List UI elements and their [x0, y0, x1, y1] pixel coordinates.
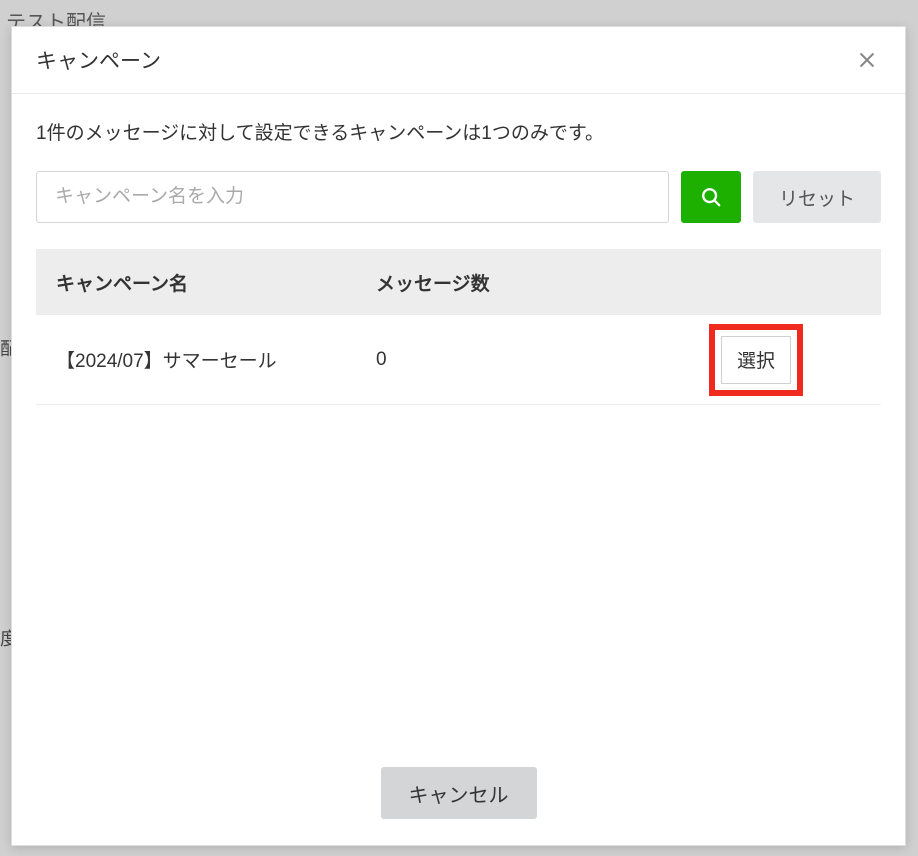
cancel-button[interactable]: キャンセル — [381, 767, 537, 819]
highlight-box: 選択 — [709, 324, 803, 396]
modal-title: キャンペーン — [36, 45, 161, 75]
modal-body: 1件のメッセージに対して設定できるキャンペーンは1つのみです。 リセット キャン… — [12, 94, 905, 745]
header-campaign-name: キャンペーン名 — [36, 269, 376, 296]
header-message-count: メッセージ数 — [376, 269, 636, 296]
campaign-table: キャンペーン名 メッセージ数 【2024/07】サマーセール 0 選択 — [36, 249, 881, 405]
search-row: リセット — [36, 171, 881, 223]
modal-header: キャンペーン — [12, 27, 905, 94]
modal-footer: キャンセル — [12, 745, 905, 845]
row-message-count: 0 — [376, 349, 636, 371]
campaign-search-input[interactable] — [36, 171, 669, 223]
row-campaign-name: 【2024/07】サマーセール — [36, 346, 376, 373]
close-icon — [857, 50, 877, 70]
close-button[interactable] — [853, 46, 881, 74]
search-button[interactable] — [681, 171, 741, 223]
table-row: 【2024/07】サマーセール 0 選択 — [36, 315, 881, 405]
search-icon — [700, 186, 722, 208]
table-header: キャンペーン名 メッセージ数 — [36, 249, 881, 315]
select-button[interactable]: 選択 — [721, 336, 791, 384]
campaign-modal: キャンペーン 1件のメッセージに対して設定できるキャンペーンは1つのみです。 リ… — [11, 26, 906, 846]
reset-button[interactable]: リセット — [753, 171, 881, 223]
info-text: 1件のメッセージに対して設定できるキャンペーンは1つのみです。 — [36, 118, 881, 145]
